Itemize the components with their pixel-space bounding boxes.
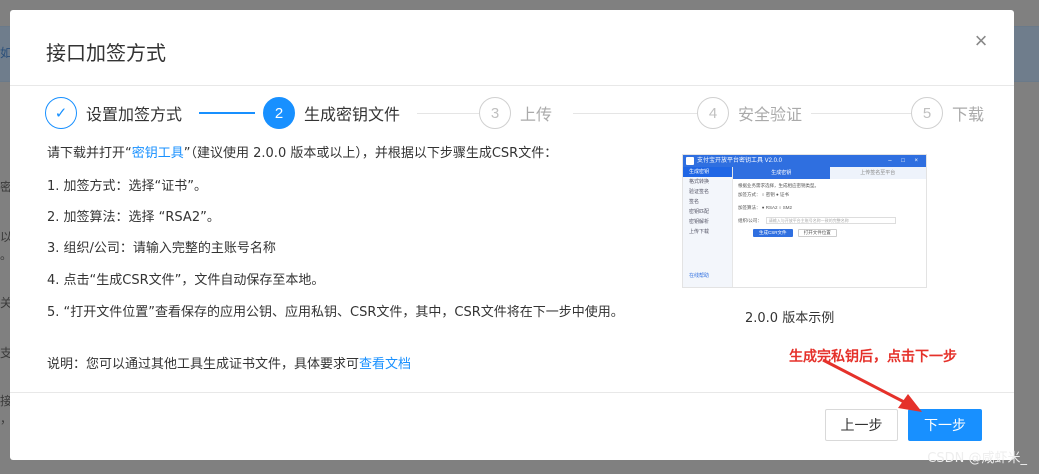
preview-main: 生成密钥 上传签名至平台 根据业务需求选择，生成相应密钥类型。 加签方式： ○ … xyxy=(733,167,926,287)
step-5: 5 下载 xyxy=(911,97,984,129)
step-connector xyxy=(573,113,697,114)
key-tool-screenshot: 支付宝开放平台密钥工具 V2.0.0 – □ × 生成密钥 格式转换 验证签名 … xyxy=(682,154,927,288)
instruction-item: 3. 组织/公司：请输入完整的主账号名称 xyxy=(47,241,276,256)
dialog-header: 接口加签方式 × xyxy=(10,10,1014,86)
step-connector xyxy=(811,113,911,114)
step-3: 3 上传 xyxy=(479,97,552,129)
step-label: 设置加签方式 xyxy=(86,105,183,124)
step-indicator: ✓ 设置加签方式 2 生成密钥文件 3 上传 4 安全验证 5 下载 xyxy=(45,97,985,129)
step-number: 4 xyxy=(697,97,729,129)
step-4: 4 安全验证 xyxy=(697,97,802,129)
step-number: 5 xyxy=(911,97,943,129)
next-step-button[interactable]: 下一步 xyxy=(908,409,982,441)
step-label: 下载 xyxy=(952,105,985,124)
view-docs-link[interactable]: 查看文档 xyxy=(359,357,411,372)
signing-method-dialog: 接口加签方式 × ✓ 设置加签方式 2 生成密钥文件 3 上传 4 安全验证 5… xyxy=(10,10,1014,460)
window-controls-icon: – □ × xyxy=(888,158,922,164)
step-connector xyxy=(417,113,479,114)
step-2: 2 生成密钥文件 xyxy=(263,97,400,129)
previous-step-button[interactable]: 上一步 xyxy=(825,409,898,441)
dialog-title: 接口加签方式 xyxy=(46,41,166,65)
csdn-watermark: CSDN @咸虾米_ xyxy=(927,451,1027,466)
preview-sidebar: 生成密钥 格式转换 验证签名 签名 密钥匹配 密钥解析 上传下载 在线帮助 xyxy=(683,167,733,287)
instruction-item: 2. 加签算法：选择 “RSA2”。 xyxy=(47,210,220,225)
key-tool-link[interactable]: 密钥工具 xyxy=(132,146,184,161)
preview-tabs: 生成密钥 上传签名至平台 xyxy=(733,167,926,179)
step-number: 3 xyxy=(479,97,511,129)
check-icon: ✓ xyxy=(45,97,77,129)
app-logo-icon xyxy=(686,157,694,165)
dialog-footer: 上一步 下一步 xyxy=(10,392,1014,460)
preview-titlebar: 支付宝开放平台密钥工具 V2.0.0 – □ × xyxy=(683,155,926,167)
instruction-item: 5. “打开文件位置”查看保存的应用公钥、应用私钥、CSR文件，其中，CSR文件… xyxy=(47,305,624,320)
step-number: 2 xyxy=(263,97,295,129)
step-1: ✓ 设置加签方式 xyxy=(45,97,182,129)
red-annotation: 生成完私钥后，点击下一步 xyxy=(789,349,957,365)
instruction-item: 4. 点击“生成CSR文件”，文件自动保存至本地。 xyxy=(47,273,325,288)
step-label: 生成密钥文件 xyxy=(304,105,401,124)
note-text: 说明：您可以通过其他工具生成证书文件，具体要求可查看文档 xyxy=(47,357,412,372)
instruction-item: 1. 加签方式：选择“证书”。 xyxy=(47,179,208,194)
preview-caption: 2.0.0 版本示例 xyxy=(745,311,835,326)
step-connector xyxy=(199,112,255,114)
step-label: 安全验证 xyxy=(738,105,803,124)
intro-text: 请下载并打开“密钥工具”（建议使用 2.0.0 版本或以上），并根据以下步骤生成… xyxy=(47,146,558,161)
step-label: 上传 xyxy=(520,105,553,124)
close-icon[interactable]: × xyxy=(968,28,994,54)
